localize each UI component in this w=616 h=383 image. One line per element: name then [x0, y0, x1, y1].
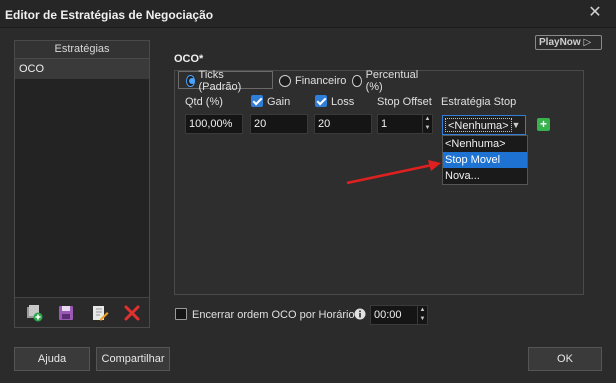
- dropdown-option-nova[interactable]: Nova...: [443, 168, 527, 184]
- share-button[interactable]: Compartilhar: [96, 347, 170, 371]
- estrategia-stop-dropdown: <Nenhuma> Stop Movel Nova...: [442, 135, 528, 185]
- encerrar-por-horario-checkbox[interactable]: [175, 308, 187, 320]
- help-button[interactable]: Ajuda: [14, 347, 90, 371]
- loss-checkbox[interactable]: [315, 95, 327, 107]
- gain-input[interactable]: 20: [250, 114, 308, 134]
- loss-input[interactable]: 20: [314, 114, 372, 134]
- annotation-arrow-icon: [346, 160, 441, 185]
- encerrar-por-horario-label: Encerrar ordem OCO por Horário: [192, 309, 355, 321]
- edit-icon[interactable]: [91, 304, 109, 322]
- duplicate-strategy-icon[interactable]: [25, 304, 43, 322]
- time-input[interactable]: 00:00 ▲ ▼: [370, 305, 428, 325]
- radio-ticks-label: Ticks (Padrão): [198, 69, 242, 93]
- radio-ticks-dot: [186, 75, 195, 87]
- ok-button[interactable]: OK: [528, 347, 602, 371]
- qtd-label: Qtd (%): [185, 96, 223, 108]
- title-bar: Editor de Estratégias de Negociação ✕: [0, 0, 616, 28]
- add-stop-strategy-button[interactable]: +: [537, 118, 550, 131]
- stop-offset-value: 1: [381, 118, 388, 130]
- estrategia-stop-select[interactable]: <Nenhuma> ▼: [442, 115, 526, 135]
- radio-percentual-label: Percentual (%): [365, 69, 419, 93]
- radio-percentual[interactable]: Percentual (%): [352, 69, 421, 93]
- gain-checkbox[interactable]: [251, 95, 263, 107]
- qtd-input[interactable]: 100,00%: [185, 114, 243, 134]
- radio-financeiro-dot: [279, 75, 291, 87]
- stop-offset-stepper[interactable]: 1 ▲ ▼: [377, 114, 433, 134]
- gain-label: Gain: [267, 96, 291, 108]
- estrategia-stop-value: <Nenhuma>: [445, 118, 512, 132]
- stepper-arrows-icon[interactable]: ▲ ▼: [422, 115, 432, 133]
- radio-percentual-dot: [352, 75, 362, 87]
- dropdown-option-nenhuma[interactable]: <Nenhuma>: [443, 136, 527, 152]
- radio-ticks[interactable]: Ticks (Padrão): [186, 69, 245, 93]
- estrategia-stop-label: Estratégia Stop: [441, 96, 517, 108]
- chevron-down-icon[interactable]: ▼: [510, 118, 522, 132]
- strategy-item-oco[interactable]: OCO: [15, 59, 149, 79]
- loss-label: Loss: [331, 96, 355, 108]
- radio-financeiro[interactable]: Financeiro: [279, 73, 346, 89]
- oco-title: OCO*: [174, 53, 204, 65]
- strategies-header: Estratégias: [15, 41, 149, 59]
- time-value: 00:00: [374, 309, 402, 321]
- strategies-toolbar: [15, 297, 149, 327]
- window-title: Editor de Estratégias de Negociação: [5, 8, 214, 22]
- strategies-panel: Estratégias OCO: [14, 40, 150, 328]
- dropdown-option-stop-movel[interactable]: Stop Movel: [443, 152, 527, 168]
- playnow-button[interactable]: PlayNow ▷: [535, 35, 602, 50]
- save-icon[interactable]: [57, 304, 75, 322]
- info-icon[interactable]: [354, 308, 366, 320]
- delete-icon[interactable]: [123, 304, 141, 322]
- stop-offset-label: Stop Offset: [377, 96, 432, 108]
- radio-financeiro-label: Financeiro: [295, 75, 347, 87]
- time-stepper-arrows-icon[interactable]: ▲ ▼: [417, 306, 427, 324]
- close-icon[interactable]: ✕: [586, 4, 604, 22]
